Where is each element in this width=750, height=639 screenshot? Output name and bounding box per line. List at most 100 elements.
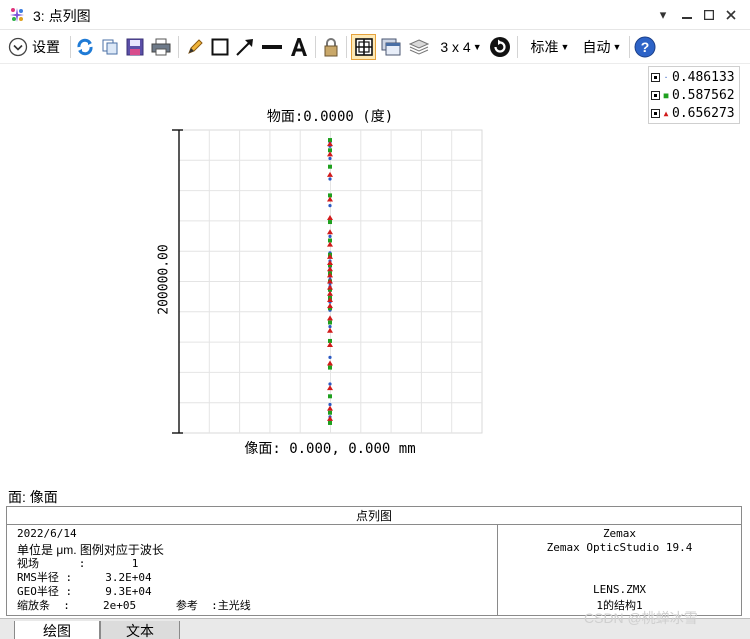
legend-value: 0.656273: [672, 105, 735, 121]
layers-button[interactable]: [407, 34, 431, 60]
spot-point-blue: [328, 325, 332, 329]
spot-point-blue: [328, 419, 332, 423]
spot-point-blue: [328, 402, 332, 407]
refresh-icon: [77, 38, 93, 56]
minimize-button[interactable]: [676, 4, 698, 26]
plot-frame: [178, 129, 483, 434]
legend-value: 0.486133: [672, 69, 735, 85]
spot-point-green: [328, 320, 332, 325]
spot-point-green: [328, 410, 332, 415]
close-button[interactable]: [720, 4, 742, 26]
spot-point-blue: [328, 382, 332, 386]
tab-plot[interactable]: 绘图: [14, 621, 100, 639]
line-tool-button[interactable]: [260, 34, 284, 60]
spot-point-green: [328, 252, 332, 257]
svg-text:?: ?: [641, 39, 650, 55]
window-title: 3: 点列图: [33, 8, 91, 24]
legend-value: 0.587562: [672, 87, 735, 103]
spot-point-red: [327, 260, 333, 266]
copy-icon: [102, 39, 118, 55]
standard-select[interactable]: 标准 ▼: [526, 34, 574, 60]
zoom-fit-button[interactable]: [351, 34, 376, 60]
chevron-down-circle-icon: [8, 37, 28, 57]
spot-point-blue: [328, 251, 332, 255]
scale-bar: [172, 129, 183, 434]
spot-point-blue: [328, 234, 332, 238]
spot-point-blue: [328, 204, 332, 208]
wavelength-legend: · 0.486133 ■ 0.587562 ▲ 0.656273: [648, 66, 740, 124]
maximize-button[interactable]: [698, 4, 720, 26]
help-button[interactable]: ?: [633, 34, 657, 60]
spot-point-red: [327, 171, 333, 177]
chevron-down-icon: ▼: [472, 42, 482, 52]
auto-select[interactable]: 自动 ▼: [578, 34, 626, 60]
spot-point-red: [327, 241, 333, 247]
spot-point-blue: [328, 285, 332, 289]
legend-dot-marker-icon: ·: [663, 72, 669, 82]
legend-item: ■ 0.587562: [651, 86, 735, 104]
legend-item: · 0.486133: [651, 68, 735, 86]
toolbar-divider: [178, 36, 179, 58]
info-date: 2022/6/14: [17, 527, 77, 540]
window-menu-chevron-icon[interactable]: ▾: [652, 4, 674, 26]
spot-point-red: [327, 315, 333, 321]
spot-diagram-app-icon: [10, 8, 24, 22]
save-button[interactable]: [124, 34, 146, 60]
spot-point-red: [327, 303, 333, 309]
arrow-tool-button[interactable]: [234, 34, 256, 60]
toolbar-divider: [629, 36, 630, 58]
spot-point-red: [327, 415, 333, 421]
scale-bar-label: 200000.00: [156, 244, 172, 315]
help-icon: ?: [634, 36, 656, 58]
spot-point-green: [328, 138, 332, 143]
printer-icon: [151, 38, 171, 56]
info-panel-title: 点列图: [7, 507, 741, 525]
text-tool-button[interactable]: [287, 34, 311, 60]
spot-point-blue: [328, 156, 332, 161]
spot-point-green: [328, 220, 332, 225]
watermark: CSDN @桃蝉冰雪: [584, 610, 698, 626]
toolbar: 设置 3 x 4 ▼ 标准 ▼ 自动 ▼ ?: [0, 30, 750, 64]
auto-update-button[interactable]: [488, 34, 512, 60]
toolbar-divider: [346, 36, 347, 58]
spot-point-red: [327, 278, 333, 284]
spot-point-green: [328, 420, 332, 425]
lock-button[interactable]: [320, 34, 342, 60]
chevron-down-icon: ▼: [560, 42, 570, 52]
pencil-icon: [188, 39, 203, 54]
spot-point-red: [327, 196, 333, 202]
plot-grid: [178, 129, 483, 434]
spot-point-blue: [328, 277, 332, 282]
spot-point-blue: [328, 300, 332, 304]
spot-point-green: [328, 365, 332, 370]
spot-point-blue: [328, 144, 332, 148]
spot-point-red: [327, 342, 333, 348]
spot-point-red: [327, 385, 333, 391]
spot-point-red: [327, 141, 333, 147]
pencil-tool-button[interactable]: [184, 34, 206, 60]
settings-button[interactable]: 设置: [8, 34, 68, 60]
window-layout-button[interactable]: [379, 34, 403, 60]
line-icon: [262, 45, 282, 49]
copy-button[interactable]: [99, 34, 121, 60]
info-product: Zemax OpticStudio 19.4: [546, 541, 693, 554]
spot-point-blue: [328, 308, 332, 312]
window-stack-icon: [381, 38, 401, 56]
surface-label: 面: 像面: [8, 489, 58, 505]
refresh-button[interactable]: [74, 34, 96, 60]
spot-point-blue: [328, 415, 332, 419]
spot-point-blue: [328, 355, 332, 359]
print-button[interactable]: [149, 34, 173, 60]
legend-checkbox-icon: [651, 108, 660, 118]
rectangle-icon: [211, 38, 229, 56]
spot-point-red: [327, 284, 333, 290]
spot-point-blue: [328, 289, 332, 293]
rectangle-tool-button[interactable]: [209, 34, 231, 60]
legend-item: ▲ 0.656273: [651, 104, 735, 122]
layout-select[interactable]: 3 x 4 ▼: [436, 34, 486, 60]
spot-point-green: [328, 306, 332, 311]
tab-text[interactable]: 文本: [100, 621, 180, 639]
spot-point-green: [328, 279, 332, 284]
info-vendor: Zemax: [602, 527, 637, 540]
spot-point-blue: [328, 259, 332, 263]
